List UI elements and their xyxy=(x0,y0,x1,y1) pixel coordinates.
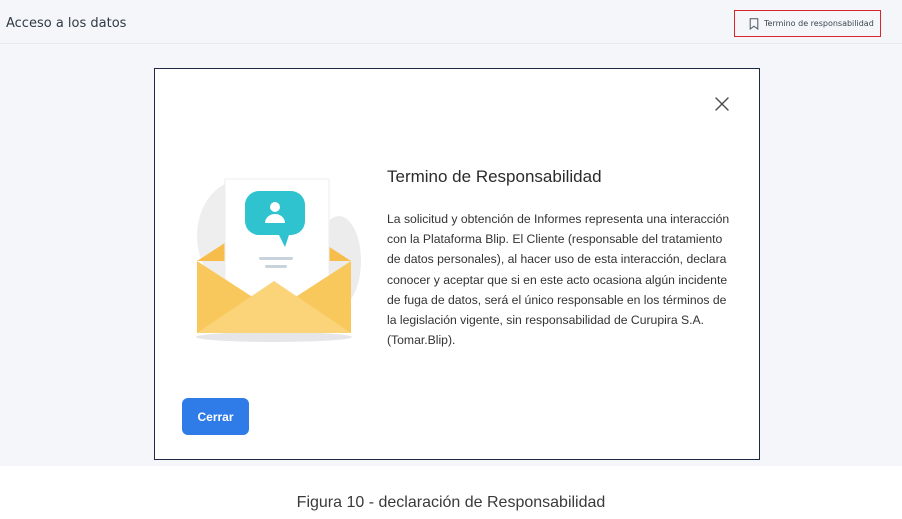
close-icon[interactable] xyxy=(713,95,731,113)
app-window: Acceso a los datos Termino de responsabi… xyxy=(0,0,902,466)
modal-title: Termino de Responsabilidad xyxy=(387,167,602,186)
figure-caption: Figura 10 - declaración de Responsabilid… xyxy=(296,494,606,511)
header-bar: Acceso a los datos Termino de responsabi… xyxy=(0,0,902,44)
terms-link-label: Termino de responsabilidad xyxy=(764,19,874,28)
modal-body-text: La solicitud y obtención de Informes rep… xyxy=(387,212,730,348)
page-title: Acceso a los datos xyxy=(6,16,127,31)
bookmark-icon xyxy=(749,17,759,30)
terms-link-button[interactable]: Termino de responsabilidad xyxy=(734,10,881,37)
close-button[interactable]: Cerrar xyxy=(182,398,249,435)
envelope-user-illustration xyxy=(196,178,361,342)
terms-modal: Termino de Responsabilidad La solicitud … xyxy=(154,68,760,460)
